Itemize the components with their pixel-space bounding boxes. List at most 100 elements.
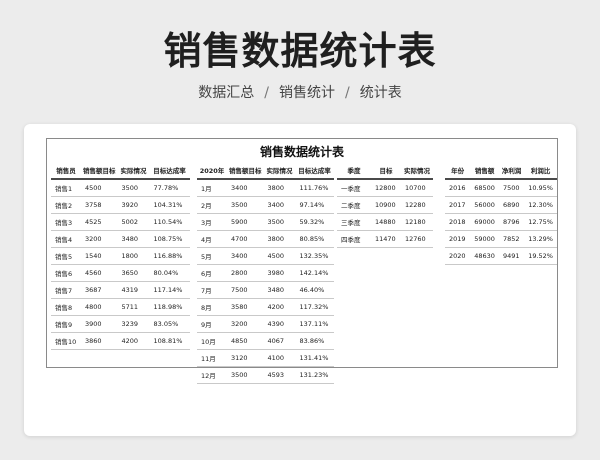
table-cell: 3980 xyxy=(263,264,296,282)
table-cell: 19.52% xyxy=(524,247,557,265)
table-cell: 销售5 xyxy=(51,247,81,265)
table-row: 销售4 3200 3480 108.75% xyxy=(51,230,190,248)
table-cell: 4100 xyxy=(263,349,296,367)
table-cell: 3800 xyxy=(263,230,296,248)
table-cell: 4593 xyxy=(263,366,296,384)
table-cell: 3687 xyxy=(81,281,118,299)
table-cell: 3400 xyxy=(263,196,296,214)
column-header: 利润比 xyxy=(530,166,551,175)
table-row: 销售3 4525 5002 110.54% xyxy=(51,213,190,231)
header-row: 年份 销售额 净利润 利润比 xyxy=(445,161,557,179)
sheet-title: 销售数据统计表 xyxy=(259,145,344,159)
table-row: 9月 3200 4390 137.11% xyxy=(197,315,334,333)
table-cell: 12.75% xyxy=(524,213,557,231)
table-cell: 7852 xyxy=(498,230,525,248)
table-cell: 4850 xyxy=(227,332,264,350)
table-cell: 3400 xyxy=(227,178,264,197)
quarterly-table: 季度 目标 实际情况 一季度 12800 10700 二季度 10900 12280 三季度 148… xyxy=(337,161,433,248)
table-cell: 142.14% xyxy=(295,264,334,282)
table-cell: 137.11% xyxy=(295,315,334,333)
header-row: 季度 目标 实际情况 xyxy=(337,161,433,179)
table-cell: 7500 xyxy=(498,178,525,197)
table-cell: 5002 xyxy=(117,213,150,231)
table-cell: 2017 xyxy=(445,196,471,214)
table-cell: 3758 xyxy=(81,196,118,214)
table-cell: 4560 xyxy=(81,264,118,282)
table-cell: 4200 xyxy=(117,332,150,350)
table-cell: 4500 xyxy=(81,178,118,197)
table-cell: 108.75% xyxy=(149,230,190,248)
table-cell: 3800 xyxy=(263,178,296,197)
table-cell: 131.23% xyxy=(295,366,334,384)
table-cell: 110.54% xyxy=(149,213,190,231)
column-header: 销售额 xyxy=(474,166,495,175)
table-cell: 销售6 xyxy=(51,264,81,282)
table-cell: 3580 xyxy=(227,298,264,316)
breadcrumb-item[interactable]: 数据汇总 xyxy=(198,85,254,101)
table-row: 2月 3500 3400 97.14% xyxy=(197,196,334,214)
preview-card: 销售数据统计表 销售员 销售额目标 实际情况 目标达成率 销售1 4500 3500 77.7… xyxy=(24,124,576,436)
breadcrumb: 数据汇总 / 销售统计 / 统计表 xyxy=(0,82,600,102)
table-cell: 116.88% xyxy=(149,247,190,265)
table-row: 11月 3120 4100 131.41% xyxy=(197,349,334,367)
table-cell: 2019 xyxy=(445,230,471,248)
table-row: 销售8 4800 5711 118.98% xyxy=(51,298,190,316)
table-cell: 7500 xyxy=(227,281,264,299)
breadcrumb-item[interactable]: 销售统计 xyxy=(279,85,335,101)
table-row: 2017 56000 6890 12.30% xyxy=(445,196,557,214)
table-cell: 11月 xyxy=(197,349,227,367)
table-cell: 10700 xyxy=(401,178,433,197)
column-header: 季度 xyxy=(347,166,361,175)
table-cell: 二季度 xyxy=(337,196,371,214)
table-cell: 2016 xyxy=(445,178,471,197)
table-row: 12月 3500 4593 131.23% xyxy=(197,366,334,384)
table-cell: 8796 xyxy=(498,213,525,231)
spreadsheet-preview: 销售数据统计表 销售员 销售额目标 实际情况 目标达成率 销售1 4500 3500 77.7… xyxy=(46,138,558,384)
table-cell: 14880 xyxy=(371,213,401,231)
table-cell: 68500 xyxy=(470,178,499,197)
table-cell: 1540 xyxy=(81,247,118,265)
table-cell: 117.14% xyxy=(149,281,190,299)
table-cell: 69000 xyxy=(470,213,499,231)
table-cell: 2018 xyxy=(445,213,471,231)
table-cell: 3200 xyxy=(227,315,264,333)
table-cell: 9491 xyxy=(498,247,525,265)
table-cell: 3920 xyxy=(117,196,150,214)
table-cell: 3400 xyxy=(227,247,264,265)
table-cell: 80.85% xyxy=(295,230,334,248)
table-cell: 3500 xyxy=(263,213,296,231)
table-row: 7月 7500 3480 46.40% xyxy=(197,281,334,299)
table-cell: 4800 xyxy=(81,298,118,316)
table-cell: 4525 xyxy=(81,213,118,231)
annual-table: 年份 销售额 净利润 利润比 2016 68500 7500 10.95% 2017 56000 6… xyxy=(445,161,557,265)
table-cell: 3650 xyxy=(117,264,150,282)
table-cell: 销售4 xyxy=(51,230,81,248)
table-cell: 8月 xyxy=(197,298,227,316)
column-header: 销售额目标 xyxy=(83,166,116,175)
table-cell: 四季度 xyxy=(337,230,371,248)
table-cell: 2月 xyxy=(197,196,227,214)
table-cell: 83.86% xyxy=(295,332,334,350)
table-cell: 销售7 xyxy=(51,281,81,299)
table-row: 销售5 1540 1800 116.88% xyxy=(51,247,190,265)
table-cell: 销售8 xyxy=(51,298,81,316)
table-row: 二季度 10900 12280 xyxy=(337,196,433,214)
header-row: 2020年 销售额目标 实际情况 目标达成率 xyxy=(197,161,334,179)
table-cell: 131.41% xyxy=(295,349,334,367)
table-cell: 4500 xyxy=(263,247,296,265)
table-cell: 3500 xyxy=(227,366,264,384)
table-cell: 5月 xyxy=(197,247,227,265)
table-cell: 销售3 xyxy=(51,213,81,231)
table-cell: 4319 xyxy=(117,281,150,299)
table-cell: 77.78% xyxy=(149,178,190,197)
column-header: 目标 xyxy=(379,166,393,175)
table-cell: 一季度 xyxy=(337,178,371,197)
table-row: 8月 3580 4200 117.32% xyxy=(197,298,334,316)
breadcrumb-separator: / xyxy=(264,85,269,101)
table-row: 5月 3400 4500 132.35% xyxy=(197,247,334,265)
column-header: 销售员 xyxy=(56,166,76,175)
table-cell: 销售10 xyxy=(51,332,81,350)
table-cell: 108.81% xyxy=(149,332,190,350)
table-cell: 4700 xyxy=(227,230,264,248)
table-cell: 4月 xyxy=(197,230,227,248)
